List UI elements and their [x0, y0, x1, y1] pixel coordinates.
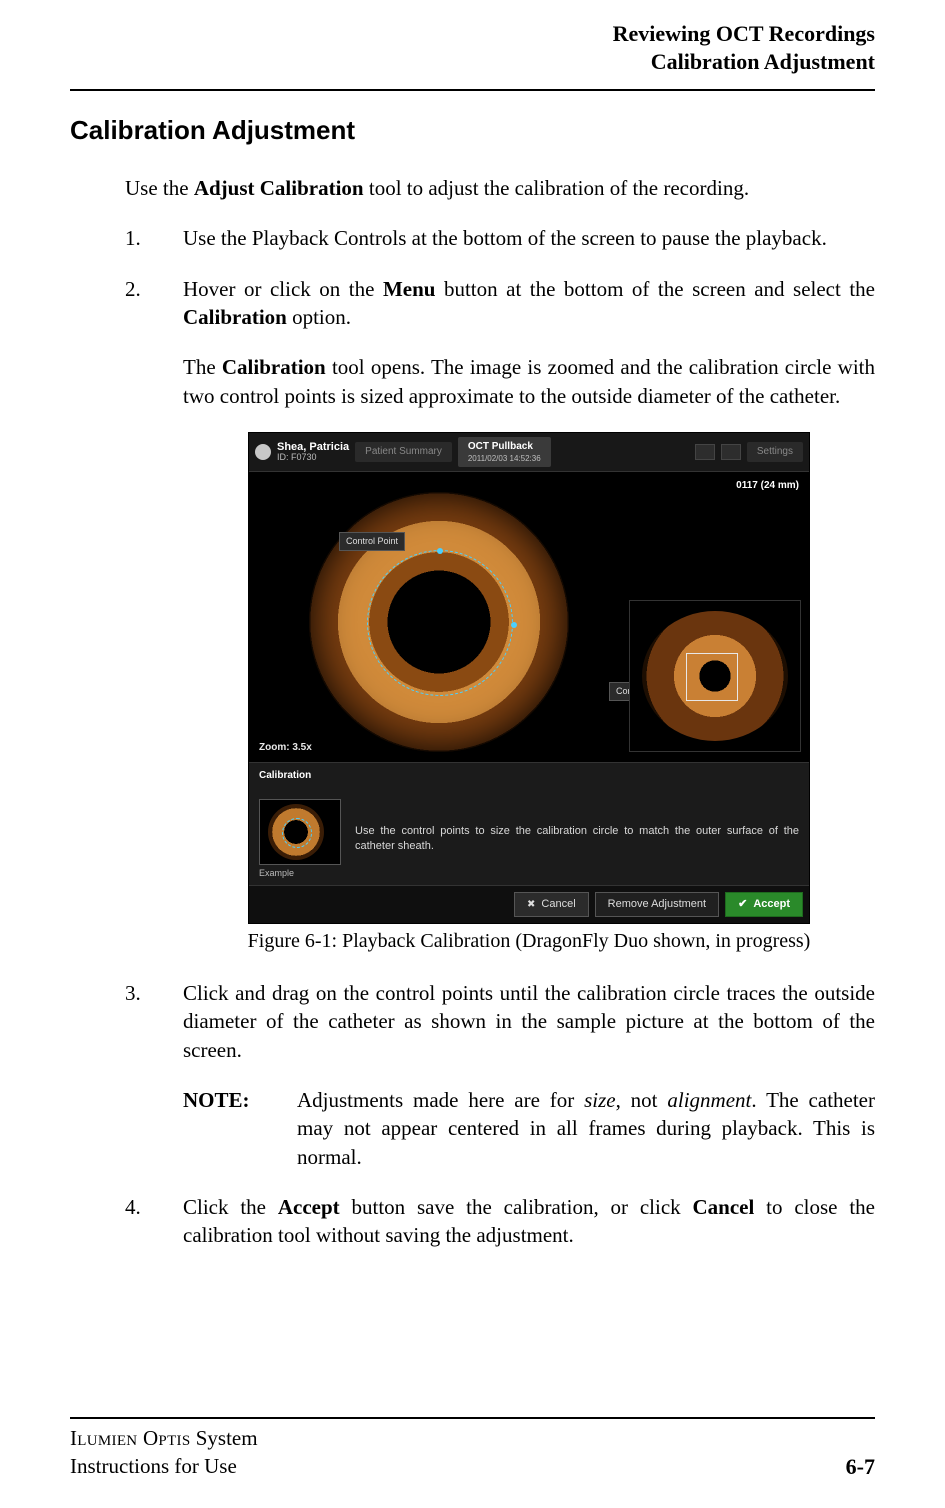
close-icon — [527, 897, 535, 912]
running-header-line2: Calibration Adjustment — [70, 48, 875, 76]
print-icon[interactable] — [721, 444, 741, 460]
frame-info: 0117 (24 mm) — [732, 478, 803, 494]
step-4-text: Click the Accept button save the calibra… — [183, 1193, 875, 1250]
footer-product-smallcaps: Ilumien Optis — [70, 1426, 190, 1450]
calibration-button-bar: Cancel Remove Adjustment Accept — [249, 885, 809, 923]
calibration-hint-text: Use the control points to size the calib… — [355, 824, 799, 854]
page-footer: Ilumien Optis System Instructions for Us… — [70, 1417, 875, 1480]
footer-rule — [70, 1417, 875, 1419]
calibration-hint-row: Example Use the control points to size t… — [249, 789, 809, 885]
figure-caption: Figure 6-1: Playback Calibration (Dragon… — [183, 928, 875, 955]
overview-thumbnail[interactable] — [629, 600, 801, 752]
tab-oct-pullback[interactable]: OCT Pullback 2011/02/03 14:52:36 — [458, 437, 551, 467]
body-content: Use the Adjust Calibration tool to adjus… — [125, 174, 875, 1250]
tab-patient-summary[interactable]: Patient Summary — [355, 442, 452, 462]
example-calib-circle — [282, 818, 312, 848]
step-3-note: NOTE: Adjustments made here are for size… — [183, 1086, 875, 1171]
check-icon — [738, 897, 747, 912]
note-text: Adjustments made here are for size, not … — [297, 1086, 875, 1171]
patient-avatar-icon — [255, 444, 271, 460]
page-number: 6-7 — [846, 1454, 875, 1480]
footer-product: Ilumien Optis System Instructions for Us… — [70, 1425, 258, 1480]
footer-subtitle: Instructions for Use — [70, 1453, 258, 1480]
patient-id: ID: F0730 — [277, 453, 349, 462]
accept-button[interactable]: Accept — [725, 892, 803, 917]
step-4: Click the Accept button save the calibra… — [125, 1193, 875, 1250]
example-image — [259, 799, 341, 865]
calibration-circle[interactable] — [367, 550, 513, 696]
example-block: Example — [259, 799, 341, 879]
step-1-text: Use the Playback Controls at the bottom … — [183, 224, 875, 252]
control-point-label-1: Control Point — [339, 532, 405, 550]
oct-viewer[interactable]: 0117 (24 mm) Control Point Control Point… — [249, 472, 809, 762]
settings-button[interactable]: Settings — [747, 442, 803, 462]
screenshot-topbar: Shea, Patricia ID: F0730 Patient Summary… — [249, 433, 809, 472]
header-rule — [70, 89, 875, 91]
cancel-button[interactable]: Cancel — [514, 892, 589, 917]
figure-6-1: Shea, Patricia ID: F0730 Patient Summary… — [183, 432, 875, 924]
step-2-line1: Hover or click on the Menu button at the… — [183, 275, 875, 332]
running-header: Reviewing OCT Recordings Calibration Adj… — [70, 20, 875, 75]
example-caption: Example — [259, 867, 341, 879]
patient-info: Shea, Patricia ID: F0730 — [277, 442, 349, 463]
instruction-list: Use the Playback Controls at the bottom … — [125, 224, 875, 1249]
note-label: NOTE: — [183, 1086, 273, 1171]
step-3-text: Click and drag on the control points unt… — [183, 979, 875, 1064]
help-icon[interactable] — [695, 444, 715, 460]
step-3: Click and drag on the control points unt… — [125, 979, 875, 1171]
screenshot: Shea, Patricia ID: F0730 Patient Summary… — [248, 432, 810, 924]
intro-paragraph: Use the Adjust Calibration tool to adjus… — [125, 174, 875, 202]
section-title: Calibration Adjustment — [70, 115, 875, 146]
step-2: Hover or click on the Menu button at the… — [125, 275, 875, 955]
overview-viewport-box[interactable] — [686, 653, 738, 701]
calibration-panel-title: Calibration — [249, 762, 809, 789]
remove-adjustment-button[interactable]: Remove Adjustment — [595, 892, 719, 917]
step-2-line2: The Calibration tool opens. The image is… — [183, 353, 875, 410]
zoom-label: Zoom: 3.5x — [255, 739, 316, 757]
running-header-line1: Reviewing OCT Recordings — [70, 20, 875, 48]
step-1: Use the Playback Controls at the bottom … — [125, 224, 875, 252]
